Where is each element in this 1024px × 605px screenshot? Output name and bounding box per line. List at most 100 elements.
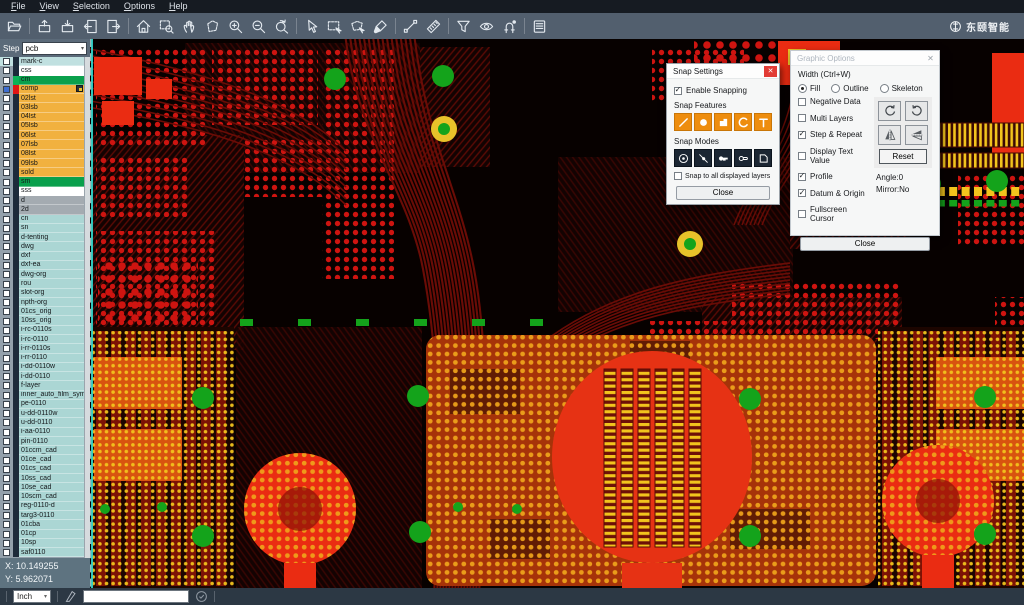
layer-visibility-checkbox[interactable] [3, 114, 10, 121]
layer-row-02lst[interactable]: 02lst [0, 94, 84, 103]
checkbox-box[interactable] [798, 210, 806, 218]
export-up-button[interactable] [33, 15, 56, 37]
layer-row-06lst[interactable]: 06lst [0, 131, 84, 140]
checkbox-box[interactable] [798, 189, 806, 197]
checkbox-box[interactable] [798, 131, 806, 139]
flip-vertical-button[interactable] [905, 125, 928, 145]
flip-horizontal-button[interactable] [878, 125, 901, 145]
page-prev-button[interactable] [79, 15, 102, 37]
layer-row-rou[interactable]: rou [0, 279, 84, 288]
layer-visibility-checkbox[interactable] [3, 271, 10, 278]
option-fullscreen-cursor[interactable]: Fullscreen Cursor [798, 205, 869, 223]
layer-visibility-checkbox[interactable] [3, 216, 10, 223]
layer-visibility-checkbox[interactable] [3, 549, 10, 556]
layer-visibility-checkbox[interactable] [3, 336, 10, 343]
layer-row-pe-0110[interactable]: pe-0110 [0, 400, 84, 409]
layer-list-scrollbar[interactable] [84, 57, 90, 558]
layer-row-i-rc-0110[interactable]: i-rc-0110 [0, 335, 84, 344]
layer-row-i-rr-0110s[interactable]: i-rr-0110s [0, 344, 84, 353]
layer-visibility-checkbox[interactable] [3, 160, 10, 167]
rotate-cw-button[interactable] [878, 101, 901, 121]
layer-row-dxf-ea[interactable]: dxf-ea [0, 261, 84, 270]
layer-row-04lst[interactable]: 04lst [0, 113, 84, 122]
layer-visibility-checkbox[interactable] [3, 243, 10, 250]
layer-visibility-checkbox[interactable] [3, 512, 10, 519]
filter-button[interactable] [452, 15, 475, 37]
layer-visibility-checkbox[interactable] [3, 318, 10, 325]
layer-visibility-checkbox[interactable] [3, 429, 10, 436]
layer-visibility-checkbox[interactable] [3, 234, 10, 241]
select-arrow-button[interactable] [300, 15, 323, 37]
select-rect-button[interactable] [323, 15, 346, 37]
layer-visibility-checkbox[interactable] [3, 95, 10, 102]
layer-row-sm[interactable]: sm [0, 177, 84, 186]
layer-row-sn[interactable]: sn [0, 224, 84, 233]
layer-visibility-checkbox[interactable] [3, 355, 10, 362]
import-down-button[interactable] [56, 15, 79, 37]
layer-row-01cp[interactable]: 01cp [0, 530, 84, 539]
layer-visibility-checkbox[interactable] [3, 410, 10, 417]
layer-visibility-checkbox[interactable] [3, 475, 10, 482]
layer-visibility-checkbox[interactable] [3, 484, 10, 491]
layer-row-css[interactable]: css [0, 66, 84, 75]
layer-visibility-checkbox[interactable] [3, 281, 10, 288]
layer-row-10sp[interactable]: 10sp [0, 539, 84, 548]
layer-row-cn[interactable]: cn [0, 215, 84, 224]
layer-row-reg-0110-d[interactable]: reg-0110-d [0, 502, 84, 511]
snap-magnet-button[interactable] [498, 15, 521, 37]
layer-visibility-checkbox[interactable] [3, 531, 10, 538]
layer-visibility-checkbox[interactable] [3, 169, 10, 176]
layer-row-09lsb[interactable]: 09lsb [0, 159, 84, 168]
command-input[interactable] [83, 590, 189, 603]
option-step-repeat[interactable]: Step & Repeat [798, 130, 869, 139]
layer-row-i-aa-0110[interactable]: i-aa-0110 [0, 428, 84, 437]
menu-options[interactable]: Options [117, 0, 162, 13]
measure-line-button[interactable] [399, 15, 422, 37]
layer-visibility-checkbox[interactable] [3, 419, 10, 426]
select-polygon-button[interactable] [346, 15, 369, 37]
snap-mode-vertex-button[interactable] [754, 149, 772, 167]
menu-selection[interactable]: Selection [66, 0, 117, 13]
layer-row-u-dd-0110[interactable]: u-dd-0110 [0, 418, 84, 427]
snap-close-button[interactable]: Close [676, 186, 770, 200]
layer-visibility-checkbox[interactable] [3, 188, 10, 195]
zoom-in-button[interactable] [224, 15, 247, 37]
close-icon[interactable]: ✕ [764, 66, 777, 77]
radio-outline[interactable]: Outline [831, 84, 868, 93]
layer-visibility-checkbox[interactable] [3, 253, 10, 260]
layer-row-saf0110[interactable]: saf0110 [0, 548, 84, 557]
layer-visibility-checkbox[interactable] [3, 132, 10, 139]
unit-dropdown[interactable]: Inch ▾ [13, 590, 51, 603]
page-next-button[interactable] [102, 15, 125, 37]
layer-visibility-checkbox[interactable] [3, 262, 10, 269]
layer-visibility-checkbox[interactable] [3, 179, 10, 186]
clean-brush-button[interactable] [369, 15, 392, 37]
layer-row-dwg[interactable]: dwg [0, 242, 84, 251]
menu-file[interactable]: File [4, 0, 33, 13]
snap-feature-line-button[interactable] [674, 113, 692, 131]
layer-row-slot-org[interactable]: slot-org [0, 289, 84, 298]
option-datum-origin[interactable]: Datum & Origin [798, 189, 869, 198]
layer-visibility-checkbox[interactable] [3, 77, 10, 84]
layer-row-f-layer[interactable]: f-layer [0, 381, 84, 390]
layer-visibility-checkbox[interactable] [3, 503, 10, 510]
layer-row-u-dd-0110w[interactable]: u-dd-0110w [0, 409, 84, 418]
snap-mode-midpoint-button[interactable] [734, 149, 752, 167]
checkbox-box[interactable] [674, 172, 682, 180]
option-profile[interactable]: Profile [798, 172, 869, 181]
layer-row-10scm_cad[interactable]: 10scm_cad [0, 492, 84, 501]
layer-visibility-checkbox[interactable] [3, 401, 10, 408]
layer-row-05lsb[interactable]: 05lsb [0, 122, 84, 131]
close-icon[interactable]: ✕ [924, 53, 937, 64]
layer-visibility-checkbox[interactable] [3, 86, 10, 93]
layer-row-10ss_orig[interactable]: 10ss_orig [0, 316, 84, 325]
layer-row-dxf[interactable]: dxf [0, 252, 84, 261]
layer-row-npth-org[interactable]: npth-org [0, 298, 84, 307]
option-multi-layers[interactable]: Multi Layers [798, 114, 869, 123]
layer-row-10se_cad[interactable]: 10se_cad [0, 483, 84, 492]
layer-visibility-checkbox[interactable] [3, 197, 10, 204]
layer-visibility-checkbox[interactable] [3, 364, 10, 371]
option-display-text-value[interactable]: Display Text Value [798, 147, 869, 165]
snap-feature-text-button[interactable] [754, 113, 772, 131]
layer-visibility-checkbox[interactable] [3, 392, 10, 399]
